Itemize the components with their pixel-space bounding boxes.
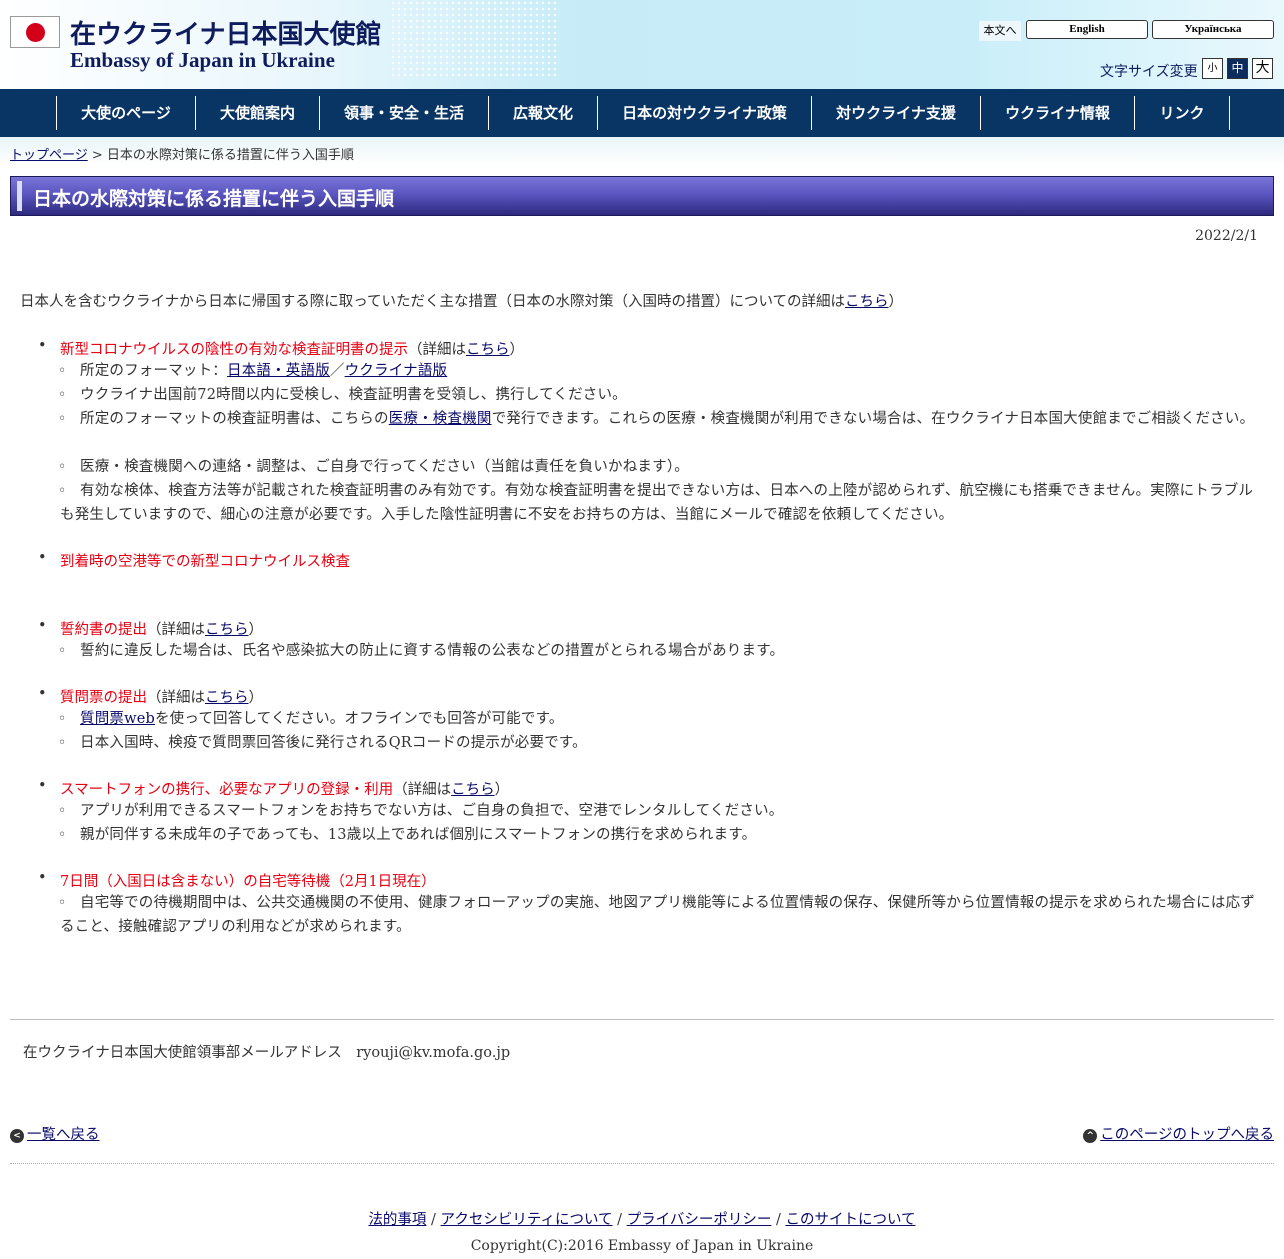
questionnaire-web-link[interactable]: 質問票web	[80, 711, 155, 727]
section-3-details-link[interactable]: こちら	[205, 622, 249, 638]
breadcrumb-home-link[interactable]: トップページ	[10, 148, 88, 163]
section-4-heading: 質問票の提出（詳細はこちら）	[60, 690, 263, 706]
nav-item-ambassador[interactable]: 大使のページ	[56, 96, 195, 130]
footer-privacy-link[interactable]: プライバシーポリシー	[627, 1212, 772, 1228]
section-5-details-link[interactable]: こちら	[451, 782, 495, 798]
site-header: 在ウクライナ日本国大使館 Embassy of Japan in Ukraine…	[0, 0, 1284, 89]
nav-item-policy[interactable]: 日本の対ウクライナ政策	[597, 96, 811, 130]
copyright: Copyright(C):2016 Embassy of Japan in Uk…	[470, 1238, 814, 1254]
back-to-top: ^ このページのトップへ戻る	[1083, 1123, 1274, 1144]
breadcrumb: トップページ > 日本の水際対策に係る措置に伴う入国手順	[10, 144, 354, 163]
page-title-bar: 日本の水際対策に係る措置に伴う入国手順	[10, 176, 1274, 216]
consular-email: 在ウクライナ日本国大使館領事部メールアドレス ryouji@kv.mofa.go…	[23, 1045, 511, 1061]
global-nav: 大使のページ 大使館案内 領事・安全・生活 広報文化 日本の対ウクライナ政策 対…	[0, 89, 1284, 137]
font-size-medium-button[interactable]: 中	[1227, 58, 1248, 79]
section-1-heading: 新型コロナウイルスの陰性の有効な検査証明書の提示（詳細はこちら）	[60, 342, 524, 358]
footer-about-link[interactable]: このサイトについて	[785, 1212, 915, 1228]
breadcrumb-current: 日本の水際対策に係る措置に伴う入国手順	[106, 148, 354, 163]
back-to-top-link[interactable]: このページのトップへ戻る	[1100, 1127, 1274, 1143]
page-title: 日本の水際対策に係る措置に伴う入国手順	[33, 188, 395, 210]
english-language-button[interactable]: English	[1026, 20, 1148, 39]
list-item: 医療・検査機関への連絡・調整は、ご自身で行ってください（当館は責任を負いかねます…	[58, 455, 1255, 479]
section-2-heading: 到着時の空港等での新型コロナウイルス検査	[60, 554, 350, 570]
section-1-details-link[interactable]: こちら	[466, 342, 510, 358]
nav-item-embassy-info[interactable]: 大使館案内	[195, 96, 319, 130]
japan-flag-icon[interactable]	[10, 16, 60, 48]
list-item: 質問票webを使って回答してください。オフラインでも回答が可能です。	[58, 707, 1255, 731]
nav-item-culture[interactable]: 広報文化	[488, 96, 597, 130]
world-map-pattern	[390, 0, 560, 80]
font-size-label: 文字サイズ変更	[1100, 64, 1198, 80]
intro-text: 日本人を含むウクライナから日本に帰国する際に取っていただく主な措置（日本の水際対…	[20, 294, 904, 310]
intro-details-link[interactable]: こちら	[845, 294, 889, 310]
list-item: 誓約に違反した場合は、氏名や感染拡大の防止に資する情報の公表などの措置がとられる…	[58, 639, 1255, 663]
list-item: 自宅等での待機期間中は、公共交通機関の不使用、健康フォローアップの実施、地図アプ…	[58, 891, 1255, 939]
nav-item-consular[interactable]: 領事・安全・生活	[319, 96, 488, 130]
medical-institutions-link[interactable]: 医療・検査機関	[389, 411, 492, 427]
skip-to-content-link[interactable]: 本文へ	[979, 21, 1021, 41]
section-3-heading: 誓約書の提出（詳細はこちら）	[60, 622, 263, 638]
nav-item-support[interactable]: 対ウクライナ支援	[811, 96, 980, 130]
list-item: アプリが利用できるスマートフォンをお持ちでない方は、ご自身の負担で、空港でレンタ…	[58, 799, 1255, 823]
breadcrumb-separator: >	[87, 148, 107, 163]
divider	[10, 1019, 1274, 1020]
format-ja-en-link[interactable]: 日本語・英語版	[227, 363, 330, 379]
nav-item-links[interactable]: リンク	[1134, 96, 1229, 130]
title-accent	[17, 181, 22, 211]
font-size-small-button[interactable]: 小	[1202, 58, 1223, 79]
font-size-large-button[interactable]: 大	[1252, 58, 1273, 79]
section-4-details-link[interactable]: こちら	[205, 690, 249, 706]
publish-date: 2022/2/1	[1195, 228, 1258, 244]
chevron-up-circle-icon: ^	[1083, 1129, 1098, 1143]
format-ua-link[interactable]: ウクライナ語版	[345, 363, 448, 379]
site-title-ja[interactable]: 在ウクライナ日本国大使館	[70, 14, 381, 51]
site-title-en[interactable]: Embassy of Japan in Ukraine	[70, 48, 335, 73]
back-to-list: < 一覧へ戻る	[10, 1123, 100, 1144]
footer-accessibility-link[interactable]: アクセシビリティについて	[441, 1212, 613, 1228]
list-item: 日本入国時、検疫で質問票回答後に発行されるQRコードの提示が必要です。	[58, 731, 1255, 755]
ukrainian-language-button[interactable]: Українська	[1152, 20, 1274, 39]
nav-divider	[1229, 96, 1230, 130]
chevron-left-circle-icon: <	[10, 1129, 24, 1143]
section-5-heading: スマートフォンの携行、必要なアプリの登録・利用（詳細はこちら）	[60, 782, 510, 798]
list-item: 親が同伴する未成年の子であっても、13歳以上であれば個別にスマートフォンの携行を…	[58, 823, 1255, 847]
nav-item-ukraine-info[interactable]: ウクライナ情報	[980, 96, 1134, 130]
footer-links: 法的事項 / アクセシビリティについて / プライバシーポリシー / このサイト…	[368, 1212, 916, 1228]
footer-legal-link[interactable]: 法的事項	[368, 1212, 426, 1228]
back-to-list-link[interactable]: 一覧へ戻る	[27, 1127, 100, 1143]
list-item: 所定のフォーマットの検査証明書は、こちらの医療・検査機関で発行できます。これらの…	[58, 407, 1255, 431]
section-6-heading: 7日間（入国日は含まない）の自宅等待機（2月1日現在）	[60, 874, 436, 890]
list-item: 所定のフォーマット：日本語・英語版／ウクライナ語版	[58, 359, 1255, 383]
dotted-divider	[10, 1163, 1274, 1164]
list-item: 有効な検体、検査方法等が記載された検査証明書のみ有効です。有効な検査証明書を提出…	[58, 479, 1255, 527]
list-item: ウクライナ出国前72時間以内に受検し、検査証明書を受領し、携行してください。	[58, 383, 1255, 407]
